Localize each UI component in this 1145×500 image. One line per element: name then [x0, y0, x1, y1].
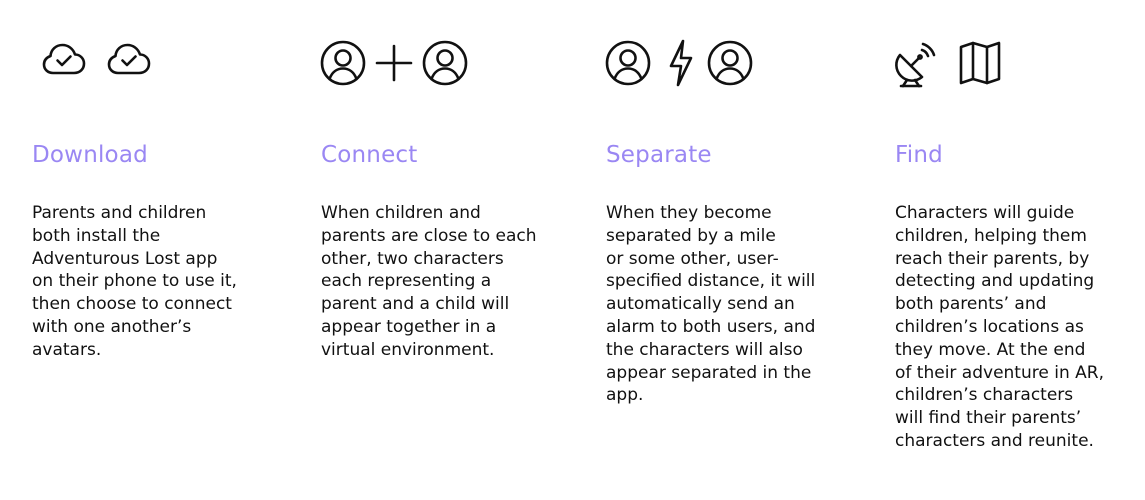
- step-title: Connect: [321, 142, 418, 168]
- user-circle-icon: [320, 40, 366, 86]
- step-description: Characters will guide children, helping …: [895, 203, 1104, 451]
- step-description: When they become separated by a mile or …: [606, 203, 816, 406]
- step-title: Separate: [606, 142, 712, 168]
- step-description: Parents and children both install the Ad…: [32, 203, 237, 360]
- satellite-dish-icon: [895, 42, 936, 88]
- lightning-icon: [669, 39, 693, 87]
- step-find: Find Characters will guide children, hel…: [895, 0, 1135, 500]
- user-circle-icon: [707, 40, 753, 86]
- user-circle-icon: [605, 40, 651, 86]
- step-connect: Connect When children and parents are cl…: [320, 0, 561, 500]
- step-download: Download Parents and children both insta…: [32, 0, 272, 500]
- map-icon: [959, 41, 1001, 85]
- step-description: When children and parents are close to e…: [321, 203, 537, 360]
- step-title: Find: [895, 142, 943, 168]
- cloud-check-icon: [107, 43, 151, 75]
- step-separate: Separate When they become separated by a…: [605, 0, 846, 500]
- user-circle-icon: [422, 40, 468, 86]
- plus-icon: [375, 44, 413, 82]
- cloud-check-icon: [42, 43, 86, 75]
- step-title: Download: [32, 142, 148, 168]
